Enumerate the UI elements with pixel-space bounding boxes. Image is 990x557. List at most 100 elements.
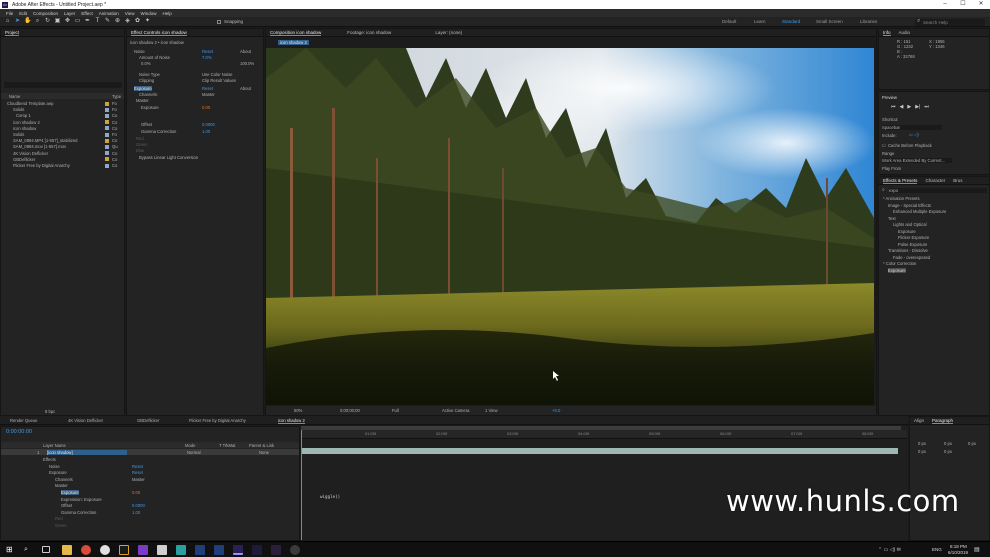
tab-align[interactable]: Align (914, 418, 924, 423)
zoom-tool-icon[interactable]: ⌕ (34, 18, 41, 25)
ec-prop-label[interactable]: Red (136, 136, 144, 141)
brush-tool-icon[interactable]: ✎ (104, 18, 111, 25)
indent-left[interactable]: 0 px (918, 441, 926, 446)
next-frame-icon[interactable]: ▶| (915, 104, 920, 110)
project-item[interactable]: Cloudbend Template.aep (7, 101, 54, 106)
ec-prop-value[interactable]: 0.00 (202, 105, 210, 110)
indent-right[interactable]: 0 px (944, 441, 952, 446)
tray-icons[interactable]: ⌃ ▭ ◁) ✉ (878, 547, 901, 553)
resolution-dropdown[interactable]: Full (392, 408, 399, 413)
app-icon-6[interactable] (271, 545, 281, 555)
expression-field[interactable]: wiggle() (320, 494, 340, 499)
layer-row[interactable]: 1 [icon shadow] Normal None (1, 449, 299, 455)
menu-effect[interactable]: Effect (81, 11, 92, 16)
indent-first[interactable]: 0 px (968, 441, 976, 446)
tab-audio[interactable]: Audio (899, 30, 911, 35)
minimize-icon[interactable]: – (936, 0, 954, 9)
effects-tree-item[interactable]: Text (888, 216, 896, 221)
timeline-prop-label[interactable]: Offset (61, 503, 72, 508)
pan-behind-tool-icon[interactable]: ✥ (64, 18, 71, 25)
current-time-display[interactable]: 0;00;00;00 (340, 408, 360, 413)
rotate-tool-icon[interactable]: ↻ (44, 18, 51, 25)
effects-tree-item[interactable]: * Color Correction (883, 261, 916, 266)
tab-layer[interactable]: Layer: (none) (435, 30, 462, 35)
selection-tool-icon[interactable]: ➤ (14, 18, 21, 25)
tab-4k-vision[interactable]: 4K Vision Deflicker (68, 418, 103, 423)
project-item[interactable]: Comp 1 (16, 113, 31, 118)
ec-prop-value[interactable]: Clip Result Values (202, 78, 236, 83)
tab-project[interactable]: Project (5, 30, 20, 36)
tab-brushes[interactable]: Brus (953, 178, 962, 183)
label-color-swatch[interactable] (105, 151, 109, 156)
exposure-value[interactable]: +0.0 (552, 408, 560, 413)
project-item[interactable]: icon shadow 2 (13, 120, 40, 125)
notifications-icon[interactable]: ▤ (974, 546, 980, 553)
effects-tree-item[interactable]: Transitions - Dissolve (888, 248, 928, 253)
col-mode[interactable]: Mode (185, 443, 195, 448)
maximize-icon[interactable]: ☐ (954, 0, 972, 9)
layer-duration-bar[interactable] (301, 448, 898, 454)
timeline-prop-label[interactable]: Exposure (61, 490, 79, 495)
layer-parent[interactable]: None (259, 450, 269, 455)
tab-composition[interactable]: Composition icon shadow (270, 30, 322, 36)
app-icon-4[interactable] (195, 545, 205, 555)
task-view-icon[interactable] (42, 546, 50, 553)
project-item[interactable]: 4K Vision Deflicker (13, 151, 48, 156)
premiere-icon[interactable] (214, 545, 224, 555)
clone-tool-icon[interactable]: ⊕ (114, 18, 121, 25)
project-item[interactable]: Solids (13, 132, 24, 137)
ec-prop-value-2[interactable]: About (240, 49, 251, 54)
timeline-prop-value[interactable]: 0.0000 (132, 503, 145, 508)
ec-prop-label[interactable]: Clipping (139, 78, 154, 83)
pen-tool-icon[interactable]: ✒ (84, 18, 91, 25)
ec-prop-label[interactable]: Noise (134, 49, 145, 54)
ec-prop-label[interactable]: Exposure (134, 86, 152, 91)
label-color-swatch[interactable] (105, 163, 109, 168)
label-color-swatch[interactable] (105, 126, 109, 131)
time-ruler[interactable]: 01:00f 02:00f 03:00f 04:00f 05:00f 06:00f 07:0… (301, 430, 907, 439)
ec-prop-value[interactable]: 0.0000 (202, 122, 215, 127)
tab-effects-presets[interactable]: Effects & Presets (883, 178, 918, 184)
timeline-prop-value[interactable]: Master (132, 477, 145, 482)
tray-date[interactable]: 6/10/2019 (948, 550, 968, 555)
tab-character[interactable]: Character (925, 178, 945, 183)
bpc-label[interactable]: 8 bpc (45, 409, 55, 414)
file-explorer-icon[interactable] (62, 545, 72, 555)
menu-window[interactable]: Window (140, 11, 156, 16)
tab-flicker-free[interactable]: Flicker Free by Digital Anarchy (189, 418, 246, 423)
col-name[interactable]: Name (9, 94, 20, 99)
tray-time[interactable]: 8:18 PM (950, 544, 967, 549)
timeline-prop-label[interactable]: Master (55, 483, 68, 488)
eraser-tool-icon[interactable]: ◈ (124, 18, 131, 25)
menu-animation[interactable]: Animation (99, 11, 119, 16)
effects-search-input[interactable]: expo (889, 187, 987, 193)
range-dropdown[interactable]: Work Area Extended By Current... (882, 158, 952, 163)
taskbar-search-icon[interactable]: ⌕ (24, 545, 34, 555)
app-icon-2[interactable] (138, 545, 148, 555)
effects-tree-item[interactable]: Exposure (888, 267, 906, 273)
menu-layer[interactable]: Layer (64, 11, 75, 16)
current-time-indicator[interactable] (301, 430, 302, 540)
home-icon[interactable]: ⌂ (4, 18, 11, 25)
rectangle-tool-icon[interactable]: ▭ (74, 18, 81, 25)
composition-frame[interactable] (266, 48, 874, 405)
col-layer-name[interactable]: Layer Name (43, 443, 66, 448)
label-color-swatch[interactable] (105, 144, 109, 149)
label-color-swatch[interactable] (105, 120, 109, 125)
effects-tree-item[interactable]: Lights and Optical (893, 222, 927, 227)
shortcut-dropdown[interactable]: Spacebar (882, 125, 942, 130)
after-effects-taskbar-icon[interactable] (233, 545, 243, 555)
timeline-prop-label[interactable]: Exposure (49, 470, 67, 475)
timeline-timecode[interactable]: 0:00:00:00 (6, 429, 32, 435)
workspace-learn[interactable]: Learn (754, 19, 766, 24)
include-video-icon[interactable]: ▭ ◁) (909, 132, 919, 137)
tab-effect-controls[interactable]: Effect Controls icon shadow (131, 30, 187, 36)
tray-lang[interactable]: ENG (932, 547, 942, 552)
app-icon-3[interactable] (176, 545, 186, 555)
effects-tree-item[interactable]: * Animation Presets (883, 196, 920, 201)
project-item[interactable]: Solids (13, 107, 24, 112)
timeline-prop-label[interactable]: Gamma Correction (61, 510, 96, 515)
close-icon[interactable]: ✕ (972, 0, 990, 9)
label-color-swatch[interactable] (105, 107, 109, 112)
timeline-prop-value[interactable]: 0.00 (132, 490, 140, 495)
